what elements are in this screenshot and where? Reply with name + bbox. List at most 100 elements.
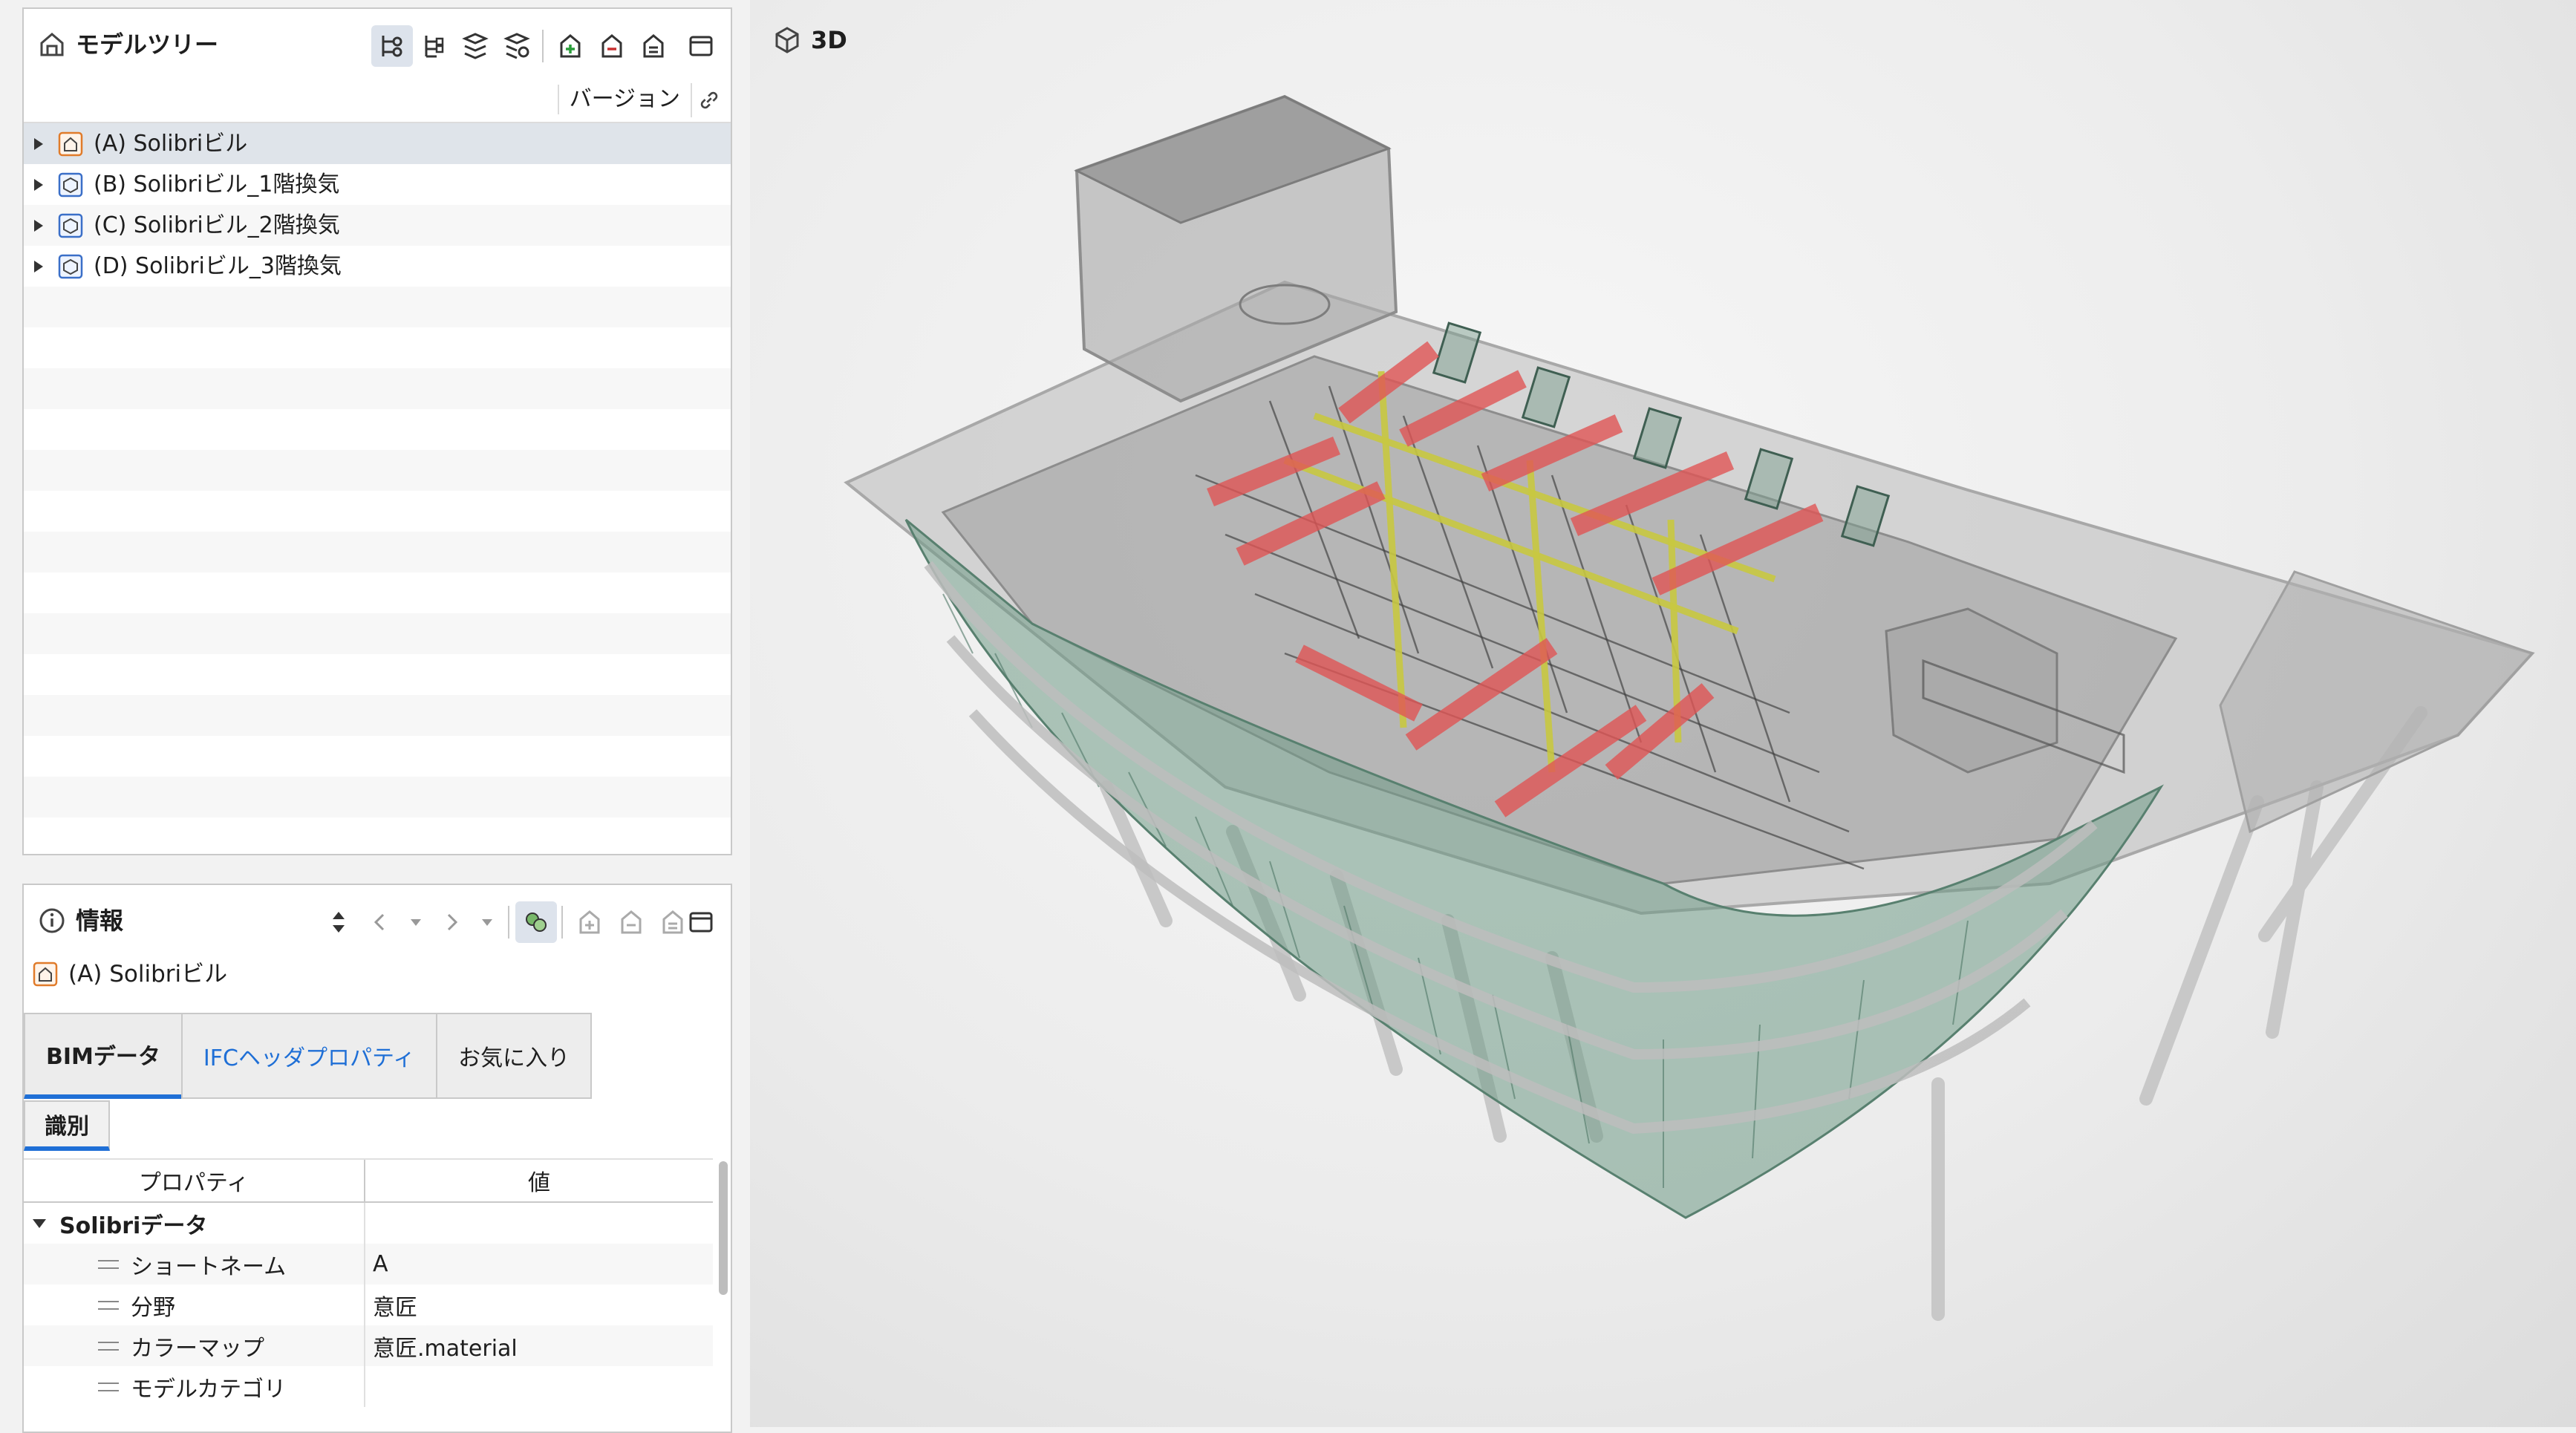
building-model-render[interactable] — [750, 0, 2576, 1427]
info-panel: 情報 (A) Solibriビル BIMデータ IFCヘッダプロパティ お気に入… — [22, 884, 732, 1433]
property-row[interactable]: 分野 意匠 — [24, 1285, 713, 1325]
expand-caret-icon[interactable] — [34, 219, 43, 232]
remove-model-icon — [601, 34, 622, 58]
toolbar-separator — [508, 906, 509, 939]
property-group-label: Solibriデータ — [59, 1212, 208, 1239]
window-icon — [689, 912, 713, 933]
caret-down-icon — [411, 919, 421, 926]
property-row[interactable]: ショートネーム A — [24, 1244, 713, 1285]
tab-favorites[interactable]: お気に入り — [436, 1013, 593, 1099]
model-tree-header: モデルツリー — [24, 9, 731, 80]
property-icon — [98, 1259, 119, 1269]
remove-model-button[interactable] — [591, 25, 633, 67]
chevron-left-icon — [374, 913, 385, 931]
add-model-icon — [579, 910, 600, 934]
info-subtabs: 識別 — [24, 1100, 110, 1151]
tab-ifc-header-properties[interactable]: IFCヘッダプロパティ — [180, 1013, 438, 1099]
expand-caret-icon[interactable] — [34, 260, 43, 272]
update-model-icon — [643, 34, 664, 58]
tree-item-label: (A) Solibriビル — [94, 130, 248, 157]
info-selected-model: (A) Solibriビル — [33, 959, 227, 989]
sort-updown-icon — [333, 912, 345, 933]
property-table-header: プロパティ 値 — [24, 1158, 713, 1203]
info-remove-button[interactable] — [610, 901, 652, 943]
property-group-row[interactable]: Solibriデータ — [24, 1203, 713, 1244]
info-tabs: BIMデータ IFCヘッダプロパティ お気に入り — [24, 1013, 593, 1099]
property-value: A — [373, 1251, 388, 1277]
property-name: モデルカテゴリ — [131, 1376, 287, 1403]
property-row[interactable]: カラーマップ 意匠.material — [24, 1325, 713, 1366]
window-icon — [689, 36, 713, 56]
tree-classification-button[interactable] — [496, 25, 538, 67]
property-icon — [98, 1382, 119, 1391]
info-icon — [39, 908, 65, 933]
update-model-button[interactable] — [633, 25, 674, 67]
model-tree-panel: モデルツリー バージョン (A) Solibriビル (B) Solibriビル… — [22, 7, 732, 855]
property-table-scrollbar[interactable] — [719, 1161, 728, 1295]
tree-hierarchy-button[interactable] — [371, 25, 413, 67]
tree-item-label: (B) Solibriビル_1階換気 — [94, 171, 340, 198]
tree-structure-icon — [425, 36, 444, 58]
info-title: 情報 — [76, 907, 124, 935]
tree-empty-row — [24, 327, 731, 368]
info-forward-dropdown[interactable] — [466, 901, 508, 943]
tree-empty-row — [24, 532, 731, 572]
info-panel-maximize-button[interactable] — [680, 901, 722, 943]
chevron-right-icon — [447, 913, 458, 931]
caret-down-icon — [482, 919, 492, 926]
tree-empty-row — [24, 491, 731, 532]
tree-structure-button[interactable] — [413, 25, 454, 67]
info-sort-button[interactable] — [318, 901, 359, 943]
link-icon — [700, 91, 718, 109]
tree-empty-row — [24, 450, 731, 491]
value-column-header[interactable]: 値 — [365, 1160, 713, 1201]
add-model-icon — [560, 34, 581, 58]
property-name: カラーマップ — [131, 1335, 264, 1362]
tree-item-label: (C) Solibriビル_2階換気 — [94, 212, 340, 238]
property-name: 分野 — [131, 1294, 175, 1321]
tree-empty-row — [24, 287, 731, 327]
tab-bim-data[interactable]: BIMデータ — [24, 1013, 183, 1099]
model-tree-icon — [40, 33, 64, 56]
add-model-button[interactable] — [550, 25, 591, 67]
subtab-identification[interactable]: 識別 — [24, 1100, 110, 1151]
model-tree-list: (A) Solibriビル (B) Solibriビル_1階換気 (C) Sol… — [24, 123, 731, 817]
tree-empty-row — [24, 654, 731, 695]
classification-icon — [503, 33, 530, 59]
tree-empty-row — [24, 572, 731, 613]
remove-model-icon — [621, 910, 642, 934]
link-button[interactable] — [691, 83, 726, 117]
tree-layers-button[interactable] — [454, 25, 496, 67]
tree-item-model-d[interactable]: (D) Solibriビル_3階換気 — [24, 246, 731, 287]
tree-empty-row — [24, 695, 731, 736]
property-name: ショートネーム — [131, 1253, 287, 1280]
property-row[interactable]: モデルカテゴリ — [24, 1366, 713, 1407]
model-tree-title: モデルツリー — [76, 30, 219, 59]
tree-item-model-a[interactable]: (A) Solibriビル — [24, 123, 731, 164]
tree-empty-row — [24, 409, 731, 450]
info-add-button[interactable] — [569, 901, 610, 943]
info-selection-toggle[interactable] — [515, 901, 557, 943]
tree-panel-maximize-button[interactable] — [680, 25, 722, 67]
tree-column-header: バージョン — [24, 77, 731, 123]
collapse-caret-icon[interactable] — [33, 1218, 46, 1228]
toolbar-separator — [542, 30, 544, 62]
property-table: プロパティ 値 Solibriデータ ショートネーム A 分野 意匠 カラーマッ… — [24, 1158, 713, 1407]
hierarchy-icon — [382, 36, 402, 57]
expand-caret-icon[interactable] — [34, 137, 43, 150]
selection-link-icon — [526, 913, 547, 932]
hvac-model-icon — [58, 254, 83, 278]
tree-item-model-b[interactable]: (B) Solibriビル_1階換気 — [24, 164, 731, 205]
building-model-icon — [58, 131, 83, 156]
hvac-model-icon — [58, 172, 83, 197]
info-header: 情報 — [24, 885, 731, 956]
3d-view[interactable]: 3D — [750, 0, 2576, 1427]
tree-empty-row — [24, 613, 731, 654]
tree-item-label: (D) Solibriビル_3階換気 — [94, 252, 342, 279]
version-column-header[interactable]: バージョン — [557, 85, 680, 114]
expand-caret-icon[interactable] — [34, 178, 43, 191]
building-model-icon — [33, 962, 58, 987]
tree-item-model-c[interactable]: (C) Solibriビル_2階換気 — [24, 205, 731, 246]
property-column-header[interactable]: プロパティ — [24, 1160, 365, 1201]
toolbar-separator — [561, 906, 563, 939]
